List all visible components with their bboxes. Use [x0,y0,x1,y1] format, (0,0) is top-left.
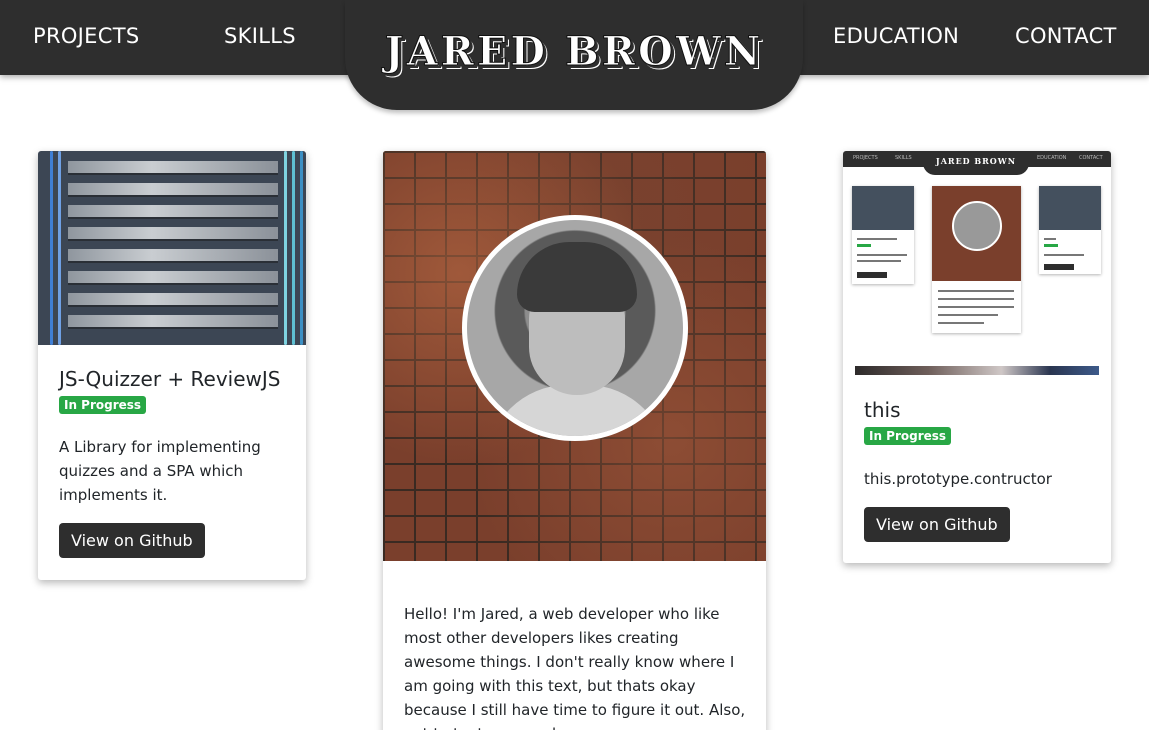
project-card-this: PROJECTS SKILLS EDUCATION CONTACT JARED … [843,151,1111,563]
nav-contact-link[interactable]: CONTACT [1015,24,1117,48]
thumbnail-brand: JARED BROWN [923,151,1029,175]
nav-skills-link[interactable]: SKILLS [224,24,296,48]
about-card: Hello! I'm Jared, a web developer who li… [383,151,766,730]
status-badge: In Progress [59,396,147,414]
about-bio-text: Hello! I'm Jared, a web developer who li… [404,605,746,730]
nav-education-link[interactable]: EDUCATION [833,24,959,48]
view-on-github-button[interactable]: View on Github [864,507,1010,542]
status-badge: In Progress [864,427,952,445]
project-title: this [864,398,901,422]
brand-tab[interactable]: JARED BROWN [345,0,803,110]
view-on-github-button[interactable]: View on Github [59,523,205,558]
project-card-js-quizzer: JS-Quizzer + ReviewJS In Progress A Libr… [38,151,306,580]
brand-logo[interactable]: JARED BROWN [345,28,803,76]
nav-projects-link[interactable]: PROJECTS [33,24,139,48]
site-screenshot-thumbnail: PROJECTS SKILLS EDUCATION CONTACT JARED … [843,151,1111,377]
profile-avatar [462,215,688,441]
project-title: JS-Quizzer + ReviewJS [59,367,281,391]
project-description: A Library for implementing quizzes and a… [59,438,261,504]
server-rack-image [38,151,306,345]
project-description: this.prototype.contructor [864,470,1052,488]
